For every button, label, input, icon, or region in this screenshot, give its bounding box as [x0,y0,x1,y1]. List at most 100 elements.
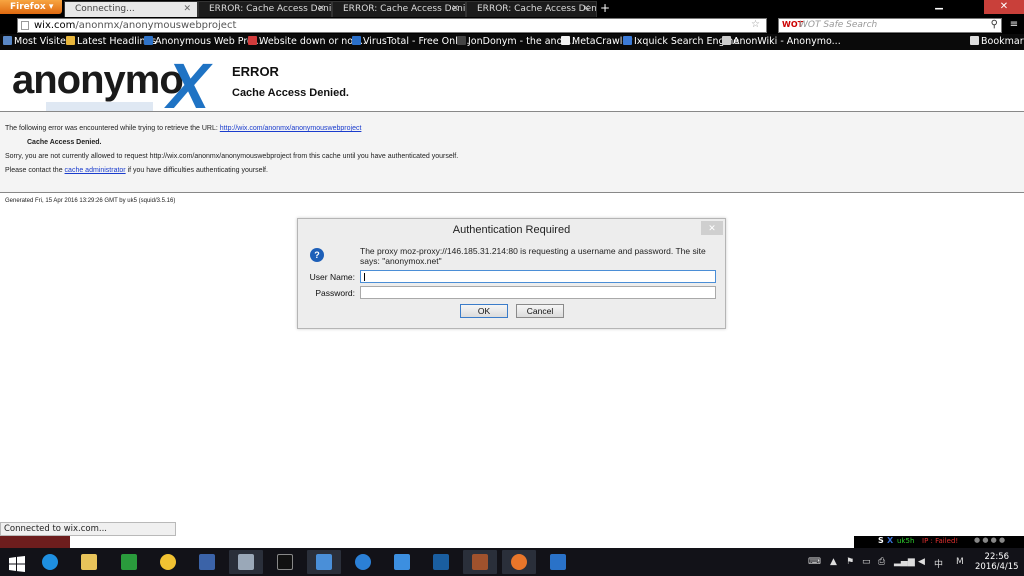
warning-icon [248,36,257,45]
signal-icon[interactable]: ▂▄▆ [894,557,915,567]
taskbar-app-virtualbox[interactable] [190,550,224,574]
battery-icon[interactable]: ▭ [862,557,871,567]
jondonym-icon [457,36,466,45]
taskbar-app-terminal[interactable] [268,550,302,574]
printer-icon[interactable]: ⎙ [878,557,885,567]
taskbar-app-game[interactable] [463,550,497,574]
bookmarks-menu[interactable]: Bookmarks [970,36,1024,47]
bookmarks-menu-label: Bookmarks [981,36,1024,47]
bookmark-anonymous-web[interactable]: Anonymous Web Pro... [144,36,262,47]
volume-icon[interactable]: ◀ [918,557,925,567]
bookmarks-menu-icon [970,36,979,45]
minimize-icon[interactable]: ▁ [925,0,953,14]
tab-error-1[interactable]: ERROR: Cache Access Deni... ✕ [198,1,332,17]
taskbar-app-teamviewer[interactable] [385,550,419,574]
taskbar-app-remote[interactable] [307,550,341,574]
virtualbox-icon [199,554,215,570]
ok-button[interactable]: OK [460,304,508,318]
wechat-icon [160,554,176,570]
taskbar-app-firefox[interactable] [502,550,536,574]
taskbar-app-explorer[interactable] [72,550,106,574]
close-icon[interactable]: ✕ [317,2,325,17]
search-placeholder: WOT Safe Search [799,20,878,30]
bookmark-anonwiki[interactable]: AnonWiki - Anonymo... [722,36,841,47]
indicator-dots: ● ● ● ● [974,536,1006,544]
close-icon[interactable]: ✕ [451,2,459,17]
taskbar-app-wifi[interactable] [541,550,575,574]
search-icon[interactable]: ⚲ [991,19,998,30]
bookmark-jondonym[interactable]: JonDonym - the anon... [457,36,577,47]
username-field[interactable] [360,270,716,283]
network-icon [238,554,254,570]
keyboard-icon[interactable]: ⌨ [808,557,821,567]
tab-bar: Firefox ▾ Connecting... ✕ ERROR: Cache A… [0,0,1024,17]
bookmark-most-visited[interactable]: Most Visited [3,36,72,47]
teamviewer-icon [394,554,410,570]
metacrawler-icon [561,36,570,45]
bookmark-website-down[interactable]: Website down or not... [248,36,366,47]
tab-connecting[interactable]: Connecting... ✕ [64,1,198,17]
window-close-button[interactable]: ✕ [984,0,1024,14]
bookmark-label: VirusTotal - Free Onli... [363,36,470,47]
question-icon: ? [310,248,324,262]
username-label: User Name: [309,272,355,282]
menu-icon[interactable]: ≡ [1007,19,1021,32]
remote-desktop-icon [316,554,332,570]
app-blue-icon [433,554,449,570]
rss-icon [66,36,75,45]
taskbar-app-network[interactable] [229,550,263,574]
clock-date: 2016/4/15 [975,562,1019,572]
language-icon[interactable]: 中 [934,557,943,570]
dialog-message: The proxy moz-proxy://146.185.31.214:80 … [360,246,706,266]
generated-footer: Generated Fri, 15 Apr 2016 13:29:26 GMT … [5,198,176,204]
search-bar[interactable]: WOT WOT Safe Search ⚲ [778,18,1002,33]
page-icon [21,21,29,30]
ixquick-icon [623,36,632,45]
flag-icon[interactable]: ⚑ [846,557,854,567]
bookmark-star-icon[interactable]: ☆ [751,19,760,30]
tab-error-3[interactable]: ERROR: Cache Access Deni... ✕ [466,1,597,17]
bookmark-virustotal[interactable]: VirusTotal - Free Onli... [352,36,469,47]
error-subtitle: Cache Access Denied. [232,87,349,99]
close-icon[interactable]: ✕ [183,2,191,17]
ime-indicator[interactable]: M [956,557,964,567]
bookmark-label: Most Visited [14,36,72,47]
logo-text: anonymo [12,58,184,102]
cache-admin-link[interactable]: cache administrator [65,167,126,174]
bookmark-latest-headlines[interactable]: Latest Headlines [66,36,156,47]
clock[interactable]: 22:56 2016/4/15 [975,552,1019,572]
tab-error-2[interactable]: ERROR: Cache Access Deni... ✕ [332,1,466,17]
ie-icon [42,554,58,570]
x-indicator: X [887,536,894,545]
taskbar-app-ie[interactable] [33,550,67,574]
anonymox-logo: anonymo [12,58,184,103]
folder-icon [3,36,12,45]
tray-arrow-icon[interactable]: ▲ [830,557,837,567]
bookmark-metacrawler[interactable]: MetaCrawler [561,36,632,47]
url-text[interactable]: wix.com/anonmx/anonymouswebproject [34,20,236,31]
auth-dialog: Authentication Required ✕ ? The proxy mo… [297,218,726,329]
taskbar-app-blue[interactable] [424,550,458,574]
firefox-icon [511,554,527,570]
error-url-link[interactable]: http://wix.com/anonmx/anonymouswebprojec… [220,125,362,132]
error-reason: Cache Access Denied. [27,139,102,146]
ip-status: IP : Failed! [922,537,959,545]
taskbar-app-wechat[interactable] [151,550,185,574]
dialog-title: Authentication Required [452,224,571,236]
firefox-menu-button[interactable]: Firefox ▾ [0,0,62,14]
contact-prefix: Please contact the [5,167,65,174]
cancel-button[interactable]: Cancel [516,304,564,318]
tab-label: Connecting... [75,4,135,14]
start-button[interactable] [0,550,34,574]
close-icon[interactable]: ✕ [582,2,590,17]
server-indicator: uk5h [897,537,915,545]
new-tab-button[interactable]: + [597,1,613,17]
contact-suffix: if you have difficulties authenticating … [125,167,268,174]
cloud-icon [355,554,371,570]
store-icon [121,554,137,570]
password-field[interactable] [360,286,716,299]
url-bar[interactable]: wix.com/anonmx/anonymouswebproject ☆ [17,18,767,33]
taskbar-app-cloud[interactable] [346,550,380,574]
taskbar-app-store[interactable] [112,550,146,574]
dialog-close-button[interactable]: ✕ [701,221,723,235]
